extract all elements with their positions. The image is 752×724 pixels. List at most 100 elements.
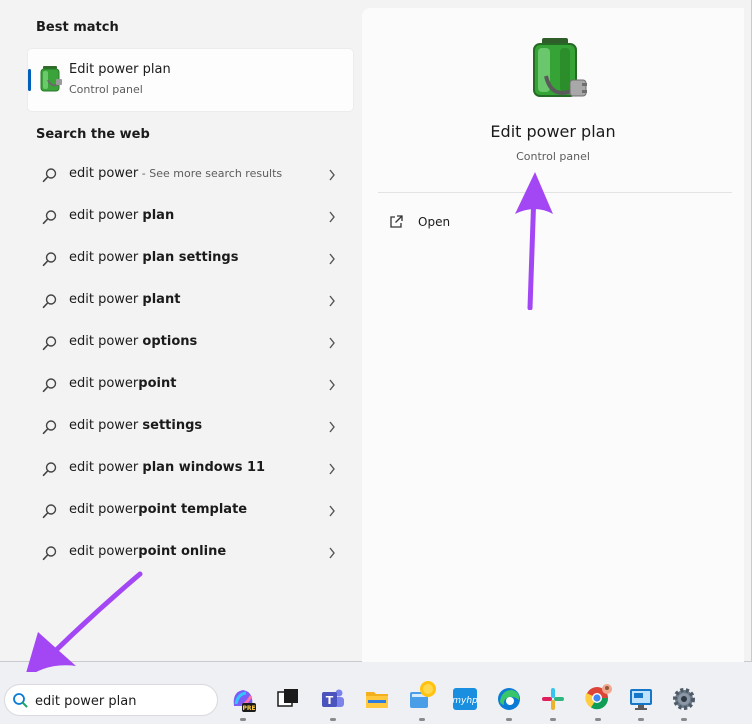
teams-icon[interactable]: T (320, 686, 346, 712)
best-match-subtitle: Control panel (69, 83, 143, 96)
web-result-text: edit powerpoint (69, 376, 176, 391)
web-result-item[interactable]: edit power plan (30, 197, 348, 237)
chevron-right-icon (329, 211, 335, 223)
web-result-item[interactable]: edit power plant (30, 281, 348, 321)
result-bold: point (138, 376, 177, 391)
result-prefix: edit power (69, 376, 139, 391)
result-prefix: edit power (69, 292, 143, 307)
slack-icon[interactable] (540, 686, 566, 712)
search-web-heading: Search the web (36, 127, 150, 142)
selection-indicator (28, 69, 31, 91)
best-match-title: Edit power plan (69, 62, 171, 77)
myhp-label: myhp (452, 696, 478, 706)
remote-desktop-icon[interactable] (628, 686, 654, 712)
edge-icon[interactable] (496, 686, 522, 712)
power-plan-battery-icon (40, 66, 62, 92)
chrome-icon[interactable] (584, 682, 614, 712)
result-bold: plan windows 11 (142, 460, 266, 475)
search-icon (42, 336, 57, 351)
running-indicator (638, 718, 644, 721)
web-result-text: edit power plan (69, 208, 174, 223)
running-indicator (595, 718, 601, 721)
running-indicator (681, 718, 687, 721)
web-result-text: edit power plan windows 11 (69, 460, 265, 475)
preview-subtitle: Control panel (516, 150, 590, 163)
open-label: Open (418, 215, 451, 229)
copilot-icon[interactable]: PRE (230, 686, 256, 712)
search-icon (42, 420, 57, 435)
best-match-heading: Best match (36, 20, 119, 35)
result-bold: point online (138, 544, 227, 559)
web-result-item[interactable]: edit power - See more search results (30, 155, 348, 195)
search-icon (42, 168, 57, 183)
best-match-result[interactable]: Edit power plan Control panel (28, 49, 353, 111)
search-icon (42, 546, 57, 561)
search-icon (42, 294, 57, 309)
power-plan-battery-icon (533, 38, 587, 97)
chevron-right-icon (329, 379, 335, 391)
open-button[interactable]: Open (388, 212, 508, 234)
web-result-text: edit powerpoint online (69, 544, 226, 559)
result-prefix: edit power (69, 544, 139, 559)
running-indicator (419, 718, 425, 721)
web-result-item[interactable]: edit power plan settings (30, 239, 348, 279)
whatsapp-icon[interactable] (408, 680, 438, 712)
preview-pane: Edit power plan Control panel Open (362, 8, 744, 662)
preview-divider (378, 192, 732, 193)
chevron-right-icon (329, 463, 335, 475)
chevron-right-icon (329, 547, 335, 559)
web-result-text: edit power plant (69, 292, 180, 307)
open-external-icon (390, 215, 403, 228)
chevron-right-icon (329, 505, 335, 517)
web-result-text: edit power options (69, 334, 197, 349)
preview-title: Edit power plan (490, 122, 616, 141)
search-icon (13, 693, 28, 708)
running-indicator (506, 718, 512, 721)
see-more-label: - See more search results (138, 167, 283, 180)
result-prefix: edit power (69, 460, 143, 475)
copilot-pre-badge: PRE (242, 705, 255, 712)
search-icon (42, 378, 57, 393)
result-bold: plan (142, 208, 175, 223)
web-result-text: edit power settings (69, 418, 202, 433)
result-prefix: edit power (69, 418, 143, 433)
running-indicator (550, 718, 556, 721)
web-result-item[interactable]: edit power settings (30, 407, 348, 447)
result-bold: plan settings (142, 250, 239, 265)
result-prefix: edit power (69, 502, 139, 517)
running-indicator (240, 718, 246, 721)
web-result-item[interactable]: edit powerpoint online (30, 533, 348, 573)
settings-icon[interactable] (671, 686, 697, 712)
result-prefix: edit power (69, 334, 143, 349)
search-icon (42, 504, 57, 519)
web-result-text: edit power - See more search results (69, 166, 282, 181)
svg-text:T: T (326, 694, 334, 707)
search-icon (42, 462, 57, 477)
file-explorer-icon[interactable] (364, 686, 390, 712)
chevron-right-icon (329, 421, 335, 433)
taskbar-search-input[interactable] (35, 691, 211, 711)
chevron-right-icon (329, 253, 335, 265)
result-bold: options (142, 334, 198, 349)
chevron-right-icon (329, 169, 335, 181)
taskbar-search-box[interactable] (4, 684, 218, 716)
chevron-right-icon (329, 337, 335, 349)
results-column: Best match Edit power plan Control panel… (0, 0, 362, 662)
myhp-icon[interactable]: myhp (452, 686, 478, 712)
web-result-item[interactable]: edit powerpoint template (30, 491, 348, 531)
search-icon (42, 210, 57, 225)
start-search-panel: Best match Edit power plan Control panel… (0, 0, 752, 662)
task-view-icon[interactable] (275, 686, 301, 712)
result-bold: settings (142, 418, 203, 433)
web-result-item[interactable]: edit power plan windows 11 (30, 449, 348, 489)
taskbar: PRE T myhp (0, 672, 752, 724)
chevron-right-icon (329, 295, 335, 307)
result-prefix: edit power (69, 166, 139, 181)
search-icon (42, 252, 57, 267)
result-bold: point template (138, 502, 248, 517)
web-result-text: edit power plan settings (69, 250, 238, 265)
web-result-item[interactable]: edit powerpoint (30, 365, 348, 405)
result-prefix: edit power (69, 208, 143, 223)
web-result-item[interactable]: edit power options (30, 323, 348, 363)
result-bold: plant (142, 292, 181, 307)
